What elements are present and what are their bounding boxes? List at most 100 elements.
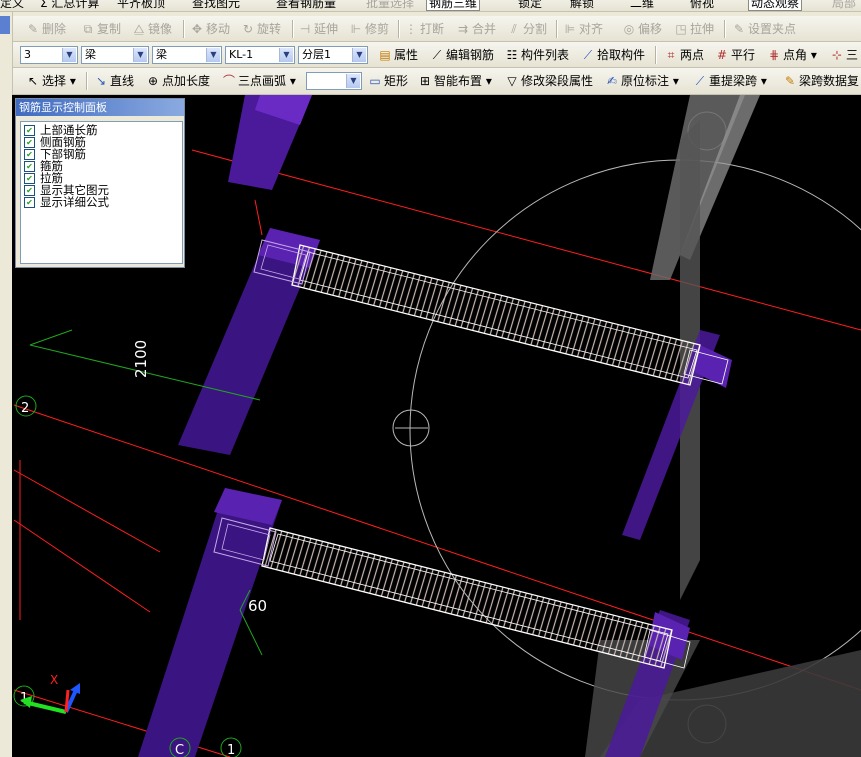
three-label: 三	[846, 48, 859, 62]
in-place-annotation-dropdown[interactable]: ✍ 原位标注 ▾	[605, 72, 679, 90]
layer-select[interactable]: 分层1 ▼	[298, 46, 368, 64]
chevron-down-icon: ▼	[346, 74, 360, 88]
toolbar-separator	[292, 20, 294, 38]
checkbox-side-bar[interactable]: ✔	[24, 137, 35, 148]
list-icon: ☷	[506, 48, 518, 62]
angle-label: 60	[248, 597, 267, 615]
parallel-button[interactable]: # 平行	[715, 46, 755, 64]
split-label: 分割	[523, 22, 548, 36]
line-button[interactable]: ↘ 直线	[94, 72, 134, 90]
properties-button[interactable]: ▤ 属性	[378, 46, 418, 64]
floor-select-value: 3	[24, 48, 31, 61]
span-data-copy-label: 梁跨数据复	[799, 74, 860, 88]
annotation-icon: ✍	[606, 74, 618, 88]
point-length-button[interactable]: ⊕ 点加长度	[146, 72, 210, 90]
lock-button[interactable]: 锁定	[518, 0, 542, 11]
delete-button[interactable]: ✎ 删除	[26, 20, 66, 38]
option-show-detail-formula[interactable]: ✔ 显示详细公式	[24, 196, 182, 208]
rebar-3d-button[interactable]: 钢筋三维	[426, 0, 481, 11]
component-list-label: 构件列表	[521, 48, 570, 62]
toolbar-separator	[655, 46, 657, 64]
pick-component-button[interactable]: ⟋ 拾取构件	[581, 46, 645, 64]
mirror-label: 镜像	[148, 22, 173, 36]
checkbox-stirrup[interactable]: ✔	[24, 161, 35, 172]
chevron-down-icon: ▼	[62, 48, 76, 62]
three-icon: ⊹	[831, 48, 843, 62]
view-2d-dropdown[interactable]: 二维	[630, 0, 654, 11]
define-button[interactable]: 定义	[0, 0, 24, 11]
local-button[interactable]: 局部	[832, 0, 856, 11]
draw-toolbar: ↖ 选择 ▾ ↘ 直线 ⊕ 点加长度 ⌒ 三点画弧 ▾ ▼ ▭ 矩形 ⊞ 智能布置 ▾ ▽ 修…	[0, 68, 861, 95]
align-label: 对齐	[579, 22, 604, 36]
main-toolbar: 定义 Σ 汇总计算 平齐板顶 查找图元 查看钢筋量 批量选择 钢筋三维 锁定 解…	[0, 0, 861, 12]
two-points-label: 两点	[680, 48, 705, 62]
edit-rebar-icon: ⟋	[432, 48, 442, 62]
chevron-down-icon: ▼	[206, 48, 220, 62]
extend-button[interactable]: ⊣ 延伸	[298, 20, 338, 38]
rebar-display-control-panel: 钢筋显示控制面板 ✔ 上部通长筋 ✔ 侧面钢筋 ✔ 下部钢筋 ✔ 箍筋 ✔ 拉筋 ✔ 显示其…	[15, 98, 185, 268]
span-data-copy-button[interactable]: ✎ 梁跨数据复	[783, 72, 859, 90]
offset-icon: ◎	[623, 22, 635, 36]
checkbox-bottom-bar[interactable]: ✔	[24, 149, 35, 160]
re-extract-icon: ⟋	[695, 74, 705, 88]
trim-button[interactable]: ⊩ 修剪	[349, 20, 389, 38]
stretch-button[interactable]: ◳ 拉伸	[674, 20, 714, 38]
flush-slab-top-button[interactable]: 平齐板顶	[117, 0, 165, 11]
component-list-button[interactable]: ☷ 构件列表	[505, 46, 569, 64]
toolbar-separator	[724, 20, 726, 38]
dock-tab[interactable]	[0, 16, 10, 34]
select-dropdown[interactable]: ↖ 选择 ▾	[26, 72, 76, 90]
extend-icon: ⊣	[299, 22, 311, 36]
mirror-button[interactable]: ⧋ 镜像	[132, 20, 172, 38]
in-place-annotation-label: 原位标注	[621, 74, 670, 88]
modify-beam-span-props-button[interactable]: ▽ 修改梁段属性	[505, 72, 593, 90]
three-point-arc-dropdown[interactable]: ⌒ 三点画弧 ▾	[222, 72, 296, 90]
rotate-button[interactable]: ↻ 旋转	[241, 20, 281, 38]
top-view-dropdown[interactable]: 俯视	[690, 0, 714, 11]
checkbox-show-detail-formula[interactable]: ✔	[24, 197, 35, 208]
find-element-button[interactable]: 查找图元	[192, 0, 240, 11]
view-rebar-quantity-button[interactable]: 查看钢筋量	[276, 0, 336, 11]
summary-calc-button[interactable]: Σ 汇总计算	[40, 0, 99, 11]
arc-option-select[interactable]: ▼	[306, 72, 362, 90]
align-button[interactable]: ⊫ 对齐	[563, 20, 603, 38]
checkbox-top-through-bar[interactable]: ✔	[24, 125, 35, 136]
three-button[interactable]: ⊹ 三	[830, 46, 858, 64]
rotate-icon: ↻	[242, 22, 254, 36]
offset-button[interactable]: ◎ 偏移	[622, 20, 662, 38]
merge-button[interactable]: ⇉ 合并	[456, 20, 496, 38]
re-extract-span-dropdown[interactable]: ⟋ 重提梁跨 ▾	[693, 72, 767, 90]
edit-rebar-button[interactable]: ⟋ 编辑钢筋	[430, 46, 494, 64]
component-subtype-value: 梁	[156, 48, 167, 61]
copy-data-icon: ✎	[784, 74, 796, 88]
batch-select-button[interactable]: 批量选择	[366, 0, 414, 11]
dynamic-view-button[interactable]: 动态观察	[748, 0, 803, 11]
eyedropper-icon: ⟋	[583, 48, 593, 62]
copy-button[interactable]: ⧉ 复制	[81, 20, 121, 38]
trim-label: 修剪	[365, 22, 390, 36]
mirror-icon: ⧋	[133, 22, 145, 36]
two-points-button[interactable]: ⌗ 两点	[664, 46, 704, 64]
axis-c-label: C	[175, 743, 184, 757]
split-button[interactable]: ⫽ 分割	[507, 20, 547, 38]
break-button[interactable]: ⋮ 打断	[404, 20, 444, 38]
component-name-select[interactable]: KL-1 ▼	[225, 46, 295, 64]
option-show-detail-formula-label: 显示详细公式	[40, 195, 109, 209]
component-subtype-select[interactable]: 梁 ▼	[152, 46, 222, 64]
component-type-select[interactable]: 梁 ▼	[81, 46, 149, 64]
move-button[interactable]: ✥ 移动	[190, 20, 230, 38]
checkbox-show-other-elements[interactable]: ✔	[24, 185, 35, 196]
rectangle-button[interactable]: ▭ 矩形	[368, 72, 408, 90]
checkbox-tie-bar[interactable]: ✔	[24, 173, 35, 184]
axis-x-label: X	[50, 673, 58, 687]
smart-layout-dropdown[interactable]: ⊞ 智能布置 ▾	[418, 72, 492, 90]
beam-rebar-lower[interactable]	[213, 517, 691, 669]
move-label: 移动	[206, 22, 231, 36]
set-grip-button[interactable]: ✎ 设置夹点	[732, 20, 796, 38]
set-grip-label: 设置夹点	[748, 22, 797, 36]
chevron-down-icon: ▼	[133, 48, 147, 62]
unlock-button[interactable]: 解锁	[570, 0, 594, 11]
line-label: 直线	[110, 74, 135, 88]
floor-select[interactable]: 3 ▼	[20, 46, 78, 64]
point-angle-dropdown[interactable]: ⋕ 点角 ▾	[767, 46, 817, 64]
